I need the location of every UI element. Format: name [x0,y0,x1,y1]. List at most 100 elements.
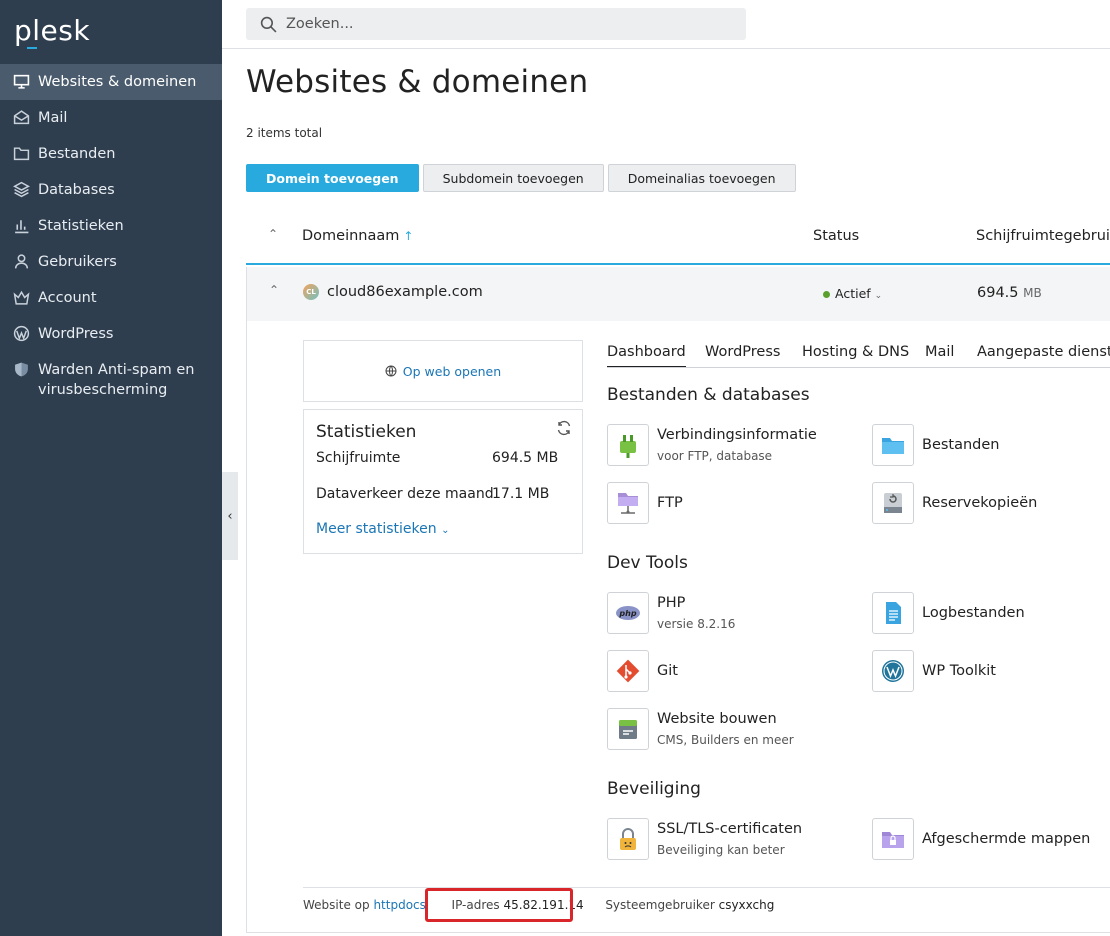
plesk-logo[interactable]: plesk [14,14,90,49]
stat-value: 17.1 MB [492,486,550,502]
collapse-all-icon[interactable]: ⌃ [268,227,278,241]
tool-subtitle: CMS, Builders en meer [657,733,794,747]
sidebar-item-label: WordPress [38,326,114,342]
tool-text: Git [657,662,678,680]
main-content: Zoeken... Websites & domeinen 2 items to… [246,0,1110,936]
sidebar-item-statistics[interactable]: Statistieken [0,208,222,244]
action-toolbar: Domein toevoegen Subdomein toevoegen Dom… [246,164,796,192]
refresh-icon[interactable] [556,420,572,436]
add-domain-button[interactable]: Domein toevoegen [246,164,419,192]
bar-chart-icon [15,220,29,234]
log-file-icon [872,592,914,634]
section-title-files: Bestanden & databases [607,385,810,405]
tool-text: Bestanden [922,436,1000,454]
disk-value: 694.5 [977,285,1019,301]
sidebar-item-websites[interactable]: Websites & domeinen [0,64,222,100]
tool-title: FTP [657,495,683,511]
tool-title: Bestanden [922,437,1000,453]
tool-subtitle: Beveiliging kan beter [657,843,785,857]
user-icon [14,254,29,269]
add-subdomain-button[interactable]: Subdomein toevoegen [422,164,604,192]
column-domain-name[interactable]: Domeinnaam ↑ [302,228,413,244]
sidebar-nav: Websites & domeinen Mail Bestanden Datab… [0,64,222,408]
status-dot-icon [823,291,830,298]
more-statistics-link[interactable]: Meer statistieken ⌄ [316,521,449,537]
svg-text:php: php [618,609,636,618]
website-root-label: Website op [303,898,370,912]
tab-wordpress[interactable]: WordPress [705,344,780,360]
sidebar-item-label: Statistieken [38,218,124,234]
tool-log-files[interactable]: Logbestanden [872,592,1025,634]
more-statistics-label: Meer statistieken [316,521,437,537]
stat-traffic-row: Dataverkeer deze maand 17.1 MB [316,486,572,502]
tool-ftp[interactable]: FTP [607,482,683,524]
sidebar-item-account[interactable]: Account [0,280,222,316]
column-label: Domeinnaam [302,228,400,244]
tab-custom-services[interactable]: Aangepaste dienste [977,344,1110,360]
sidebar-item-mail[interactable]: Mail [0,100,222,136]
crown-icon [13,290,30,305]
tool-backups[interactable]: Reservekopieën [872,482,1037,524]
column-status[interactable]: Status [813,228,859,244]
sidebar-item-users[interactable]: Gebruikers [0,244,222,280]
tool-text: FTP [657,494,683,512]
domain-details-panel: Op web openen Statistieken Schijfruimte … [246,321,1110,933]
open-web-button[interactable]: Op web openen [303,340,583,402]
tool-protected-directories[interactable]: Afgeschermde mappen [872,818,1090,860]
tool-text: SSL/TLS-certificaten Beveiliging kan bete… [657,820,802,858]
tool-title: Reservekopieën [922,495,1038,511]
sidebar-collapse-toggle[interactable]: ‹ [222,472,238,560]
disk-usage-cell: 694.5 MB [977,285,1042,301]
chevron-down-icon: ⌄ [874,291,883,301]
sidebar-item-warden[interactable]: Warden Anti-spam en virusbescherming [0,352,222,408]
chevron-up-icon[interactable]: ⌃ [269,283,279,297]
backup-icon [872,482,914,524]
tool-text: Website bouwen CMS, Builders en meer [657,710,794,748]
tool-text: Logbestanden [922,604,1025,622]
mail-icon [13,110,30,125]
stat-value: 694.5 MB [492,450,559,466]
tool-connection-info[interactable]: Verbindingsinformatie voor FTP, database [607,424,817,466]
tool-wp-toolkit[interactable]: WP Toolkit [872,650,996,692]
tool-title: Website bouwen [657,711,777,727]
sidebar-item-label: Mail [38,110,68,126]
add-alias-button[interactable]: Domeinalias toevoegen [607,164,796,192]
tab-hosting-dns[interactable]: Hosting & DNS [802,344,909,360]
ip-address-highlight [425,888,573,922]
httpdocs-link[interactable]: httpdocs [373,898,425,912]
sidebar-item-label: Websites & domeinen [38,74,197,90]
sidebar-item-files[interactable]: Bestanden [0,136,222,172]
git-icon [607,650,649,692]
tab-mail[interactable]: Mail [925,344,954,360]
search-input[interactable]: Zoeken... [246,8,746,40]
tool-files[interactable]: Bestanden [872,424,1000,466]
search-placeholder: Zoeken... [286,16,354,32]
page-title: Websites & domeinen [246,64,589,100]
table-row[interactable]: ⌃ CL cloud86example.com Actief ⌄ 694.5 MB [246,267,1110,321]
tab-dashboard[interactable]: Dashboard [607,344,686,367]
tool-git[interactable]: Git [607,650,678,692]
logo-underline [27,47,37,49]
sidebar: plesk Websites & domeinen Mail Bestanden… [0,0,222,936]
tool-title: WP Toolkit [922,663,996,679]
sidebar-item-label: Account [38,290,97,306]
status-badge[interactable]: Actief ⌄ [823,286,882,301]
wordpress-icon [13,325,30,342]
domain-footer: Website op httpdocs IP-adres 45.82.191.1… [303,888,775,922]
table-header: ⌃ Domeinnaam ↑ Status Schijfruimtegebruik [246,212,1110,265]
sidebar-item-databases[interactable]: Databases [0,172,222,208]
tool-text: WP Toolkit [922,662,996,680]
tool-text: Reservekopieën [922,494,1037,512]
domain-cell[interactable]: CL cloud86example.com [303,284,483,300]
system-user-value: csyxxchg [718,898,775,912]
chevron-down-icon: ⌄ [441,525,450,536]
tool-php[interactable]: php PHP versie 8.2.16 [607,592,735,634]
tool-ssl-certificates[interactable]: SSL/TLS-certificaten Beveiliging kan bete… [607,818,802,860]
folder-icon [13,147,30,161]
stat-label: Schijfruimte [316,450,401,466]
sidebar-item-wordpress[interactable]: WordPress [0,316,222,352]
database-icon [13,181,30,198]
column-disk-usage[interactable]: Schijfruimtegebruik [976,228,1110,244]
chevron-left-icon: ‹ [227,508,233,524]
tool-website-builder[interactable]: Website bouwen CMS, Builders en meer [607,708,794,750]
